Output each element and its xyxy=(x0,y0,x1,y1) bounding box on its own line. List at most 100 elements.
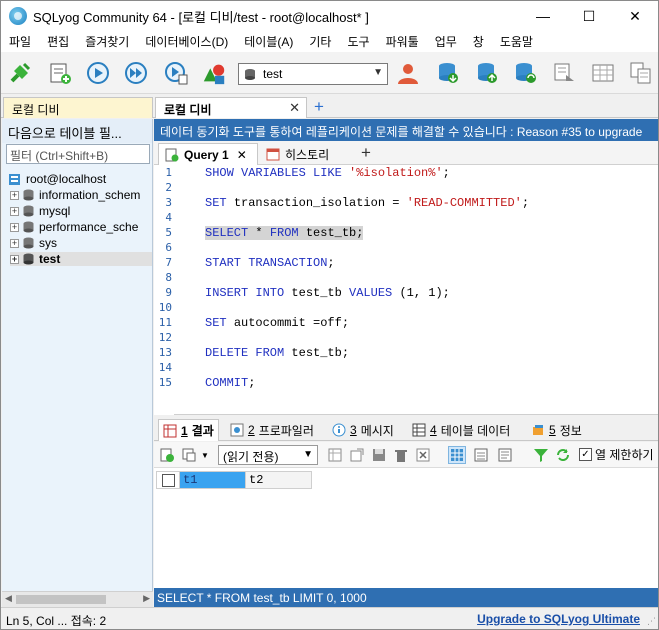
scroll-left-icon[interactable]: ◀ xyxy=(5,593,12,604)
cancel-icon[interactable] xyxy=(414,446,432,464)
table-icon[interactable] xyxy=(590,60,616,86)
sql-text: autocommit =off; xyxy=(233,316,350,330)
tab-info[interactable]: 5 정보 xyxy=(527,419,586,441)
grid-view-icon[interactable] xyxy=(448,446,466,464)
chevron-down-icon[interactable]: ▼ xyxy=(196,446,214,464)
export-icon[interactable] xyxy=(348,446,366,464)
tab-number: 4 xyxy=(430,423,437,437)
chevron-down-icon[interactable]: ▼ xyxy=(373,67,383,78)
tree-item-performance-schema[interactable]: + performance_sche xyxy=(10,220,152,234)
line-number-gutter: 1 2 3 4 5 6 7 8 9 10 11 12 13 14 15 xyxy=(154,165,174,415)
connection-tab-active[interactable]: 로컬 디비 ✕ xyxy=(155,97,307,118)
connection-tab-inactive[interactable]: 로컬 디비 xyxy=(3,97,153,118)
column-header-t1[interactable]: t1 xyxy=(180,471,246,489)
menu-powertools[interactable]: 파워툴 xyxy=(378,33,427,50)
tree-item-label: sys xyxy=(39,236,57,250)
close-tab-icon[interactable]: ✕ xyxy=(289,100,300,116)
result-grid[interactable]: t1 t2 xyxy=(154,468,658,588)
sync-icon[interactable] xyxy=(551,60,577,86)
maximize-button[interactable]: ☐ xyxy=(566,1,612,31)
scrollbar-thumb[interactable] xyxy=(16,595,106,604)
minimize-button[interactable]: — xyxy=(520,1,566,31)
expand-icon[interactable]: + xyxy=(10,222,19,232)
text-view-icon[interactable] xyxy=(496,446,514,464)
menu-window[interactable]: 창 xyxy=(465,33,492,50)
backup-icon[interactable] xyxy=(435,60,461,86)
object-browser-header: 다음으로 테이블 필... xyxy=(2,119,152,143)
tab-messages[interactable]: 3 메시지 xyxy=(328,419,398,441)
filter-input[interactable]: 필터 (Ctrl+Shift+B) xyxy=(6,144,150,164)
save-icon[interactable] xyxy=(370,446,388,464)
tab-result[interactable]: 1 결과 xyxy=(158,419,219,441)
tab-profiler[interactable]: 2 프로파일러 xyxy=(226,419,318,441)
add-connection-tab-button[interactable]: + xyxy=(314,97,324,117)
upgrade-info-bar[interactable]: 데이터 동기화 도구를 통하여 레플리케이션 문제를 해결할 수 있습니다 : … xyxy=(154,119,658,141)
line-number: 3 xyxy=(165,196,172,209)
menu-file[interactable]: 파일 xyxy=(1,33,39,50)
execute-all-icon[interactable] xyxy=(123,60,149,86)
select-all-checkbox[interactable] xyxy=(156,471,180,489)
user-manager-icon[interactable] xyxy=(395,60,421,86)
database-select[interactable]: test ▼ xyxy=(238,63,388,85)
add-row-icon[interactable] xyxy=(158,446,176,464)
menu-table[interactable]: 테이블(A) xyxy=(236,33,301,50)
query-builder-icon[interactable] xyxy=(628,60,654,86)
database-icon xyxy=(244,68,256,84)
close-button[interactable]: ✕ xyxy=(612,1,658,31)
execute-edit-icon[interactable] xyxy=(163,60,189,86)
menu-help[interactable]: 도움말 xyxy=(492,33,541,50)
delete-icon[interactable] xyxy=(392,446,410,464)
tab-table-data[interactable]: 4 테이블 데이터 xyxy=(408,419,514,441)
checkbox-checked-icon[interactable]: ✓ xyxy=(579,448,592,461)
expand-icon[interactable]: + xyxy=(10,190,19,200)
read-only-select[interactable]: (읽기 전용) ▼ xyxy=(218,445,318,465)
tree-item-sys[interactable]: + sys xyxy=(10,236,152,250)
import-icon[interactable] xyxy=(512,60,538,86)
tab-label: 프로파일러 xyxy=(258,423,314,438)
execute-query-icon[interactable] xyxy=(85,60,111,86)
expand-icon[interactable]: + xyxy=(10,254,19,264)
menu-edit[interactable]: 편집 xyxy=(39,33,77,50)
filter-grid-icon[interactable] xyxy=(326,446,344,464)
resize-grip-icon[interactable]: ⋰ xyxy=(647,616,656,627)
tree-root-connection[interactable]: root@localhost xyxy=(8,172,106,186)
schema-designer-icon[interactable] xyxy=(201,60,227,86)
chevron-down-icon[interactable]: ▼ xyxy=(303,449,313,460)
line-number: 5 xyxy=(165,226,172,239)
limit-rows-checkbox[interactable]: ✓ 열 제한하기 xyxy=(579,446,654,463)
add-query-tab-button[interactable]: + xyxy=(361,143,371,163)
tab-number: 3 xyxy=(350,423,357,437)
column-header-t2[interactable]: t2 xyxy=(246,471,312,489)
history-tab-label: 히스토리 xyxy=(285,147,330,162)
menu-work[interactable]: 업무 xyxy=(427,33,465,50)
form-view-icon[interactable] xyxy=(472,446,490,464)
expand-icon[interactable]: + xyxy=(10,206,19,216)
upgrade-link[interactable]: Upgrade to SQLyog Ultimate xyxy=(477,612,640,626)
tree-item-information-schema[interactable]: + information_schem xyxy=(10,188,152,202)
new-query-icon[interactable] xyxy=(47,60,73,86)
menu-tools[interactable]: 도구 xyxy=(339,33,377,50)
history-tab[interactable]: 히스토리 xyxy=(260,143,340,165)
expand-icon[interactable]: + xyxy=(10,238,19,248)
info-icon xyxy=(332,423,346,437)
query-tab-active[interactable]: Query 1 ✕ xyxy=(158,143,258,165)
cursor-position-status: Ln 5, Col ... 접속: 2 xyxy=(6,614,107,628)
line-number: 4 xyxy=(165,211,172,224)
tree-item-test[interactable]: + test xyxy=(10,252,152,266)
sql-editor[interactable]: 1 2 3 4 5 6 7 8 9 10 11 12 13 14 15 SHOW… xyxy=(154,165,658,415)
tree-item-mysql[interactable]: + mysql xyxy=(10,204,152,218)
menu-favorites[interactable]: 즐겨찾기 xyxy=(77,33,137,50)
new-connection-icon[interactable] xyxy=(7,60,33,86)
read-only-select-value: (읽기 전용) xyxy=(223,450,279,464)
restore-icon[interactable] xyxy=(474,60,500,86)
funnel-filter-icon[interactable] xyxy=(532,446,550,464)
app-window: SQLyog Community 64 - [로컬 디비/test - root… xyxy=(0,0,659,630)
scroll-right-icon[interactable]: ▶ xyxy=(143,593,150,604)
object-browser-scrollbar[interactable]: ◀ ▶ xyxy=(2,591,153,607)
checkbox-icon[interactable] xyxy=(161,473,175,487)
menu-database[interactable]: 데이터베이스(D) xyxy=(137,33,236,50)
sql-string: 'READ-COMMITTED' xyxy=(406,196,522,210)
close-tab-icon[interactable]: ✕ xyxy=(237,148,247,162)
refresh-icon[interactable] xyxy=(554,446,572,464)
menu-other[interactable]: 기타 xyxy=(301,33,339,50)
